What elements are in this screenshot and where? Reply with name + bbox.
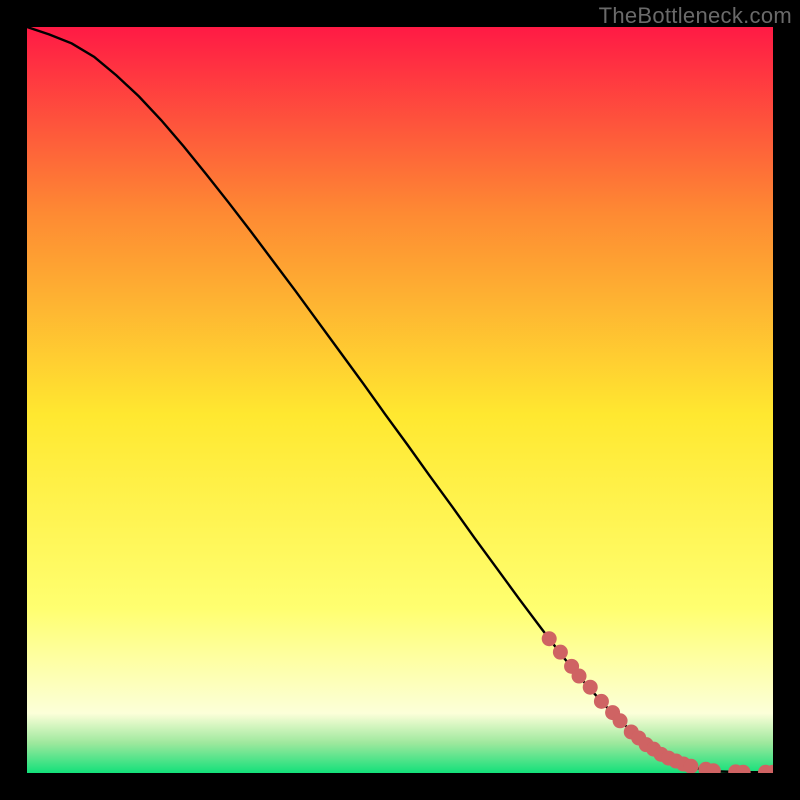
data-dot [583,680,598,695]
data-dot [542,631,557,646]
plot-area [27,27,773,773]
chart-svg [27,27,773,773]
gradient-background [27,27,773,773]
watermark-text: TheBottleneck.com [599,3,792,29]
data-dot [553,645,568,660]
data-dot [572,669,587,684]
chart-frame: TheBottleneck.com [0,0,800,800]
data-dot [613,713,628,728]
data-dot [594,694,609,709]
